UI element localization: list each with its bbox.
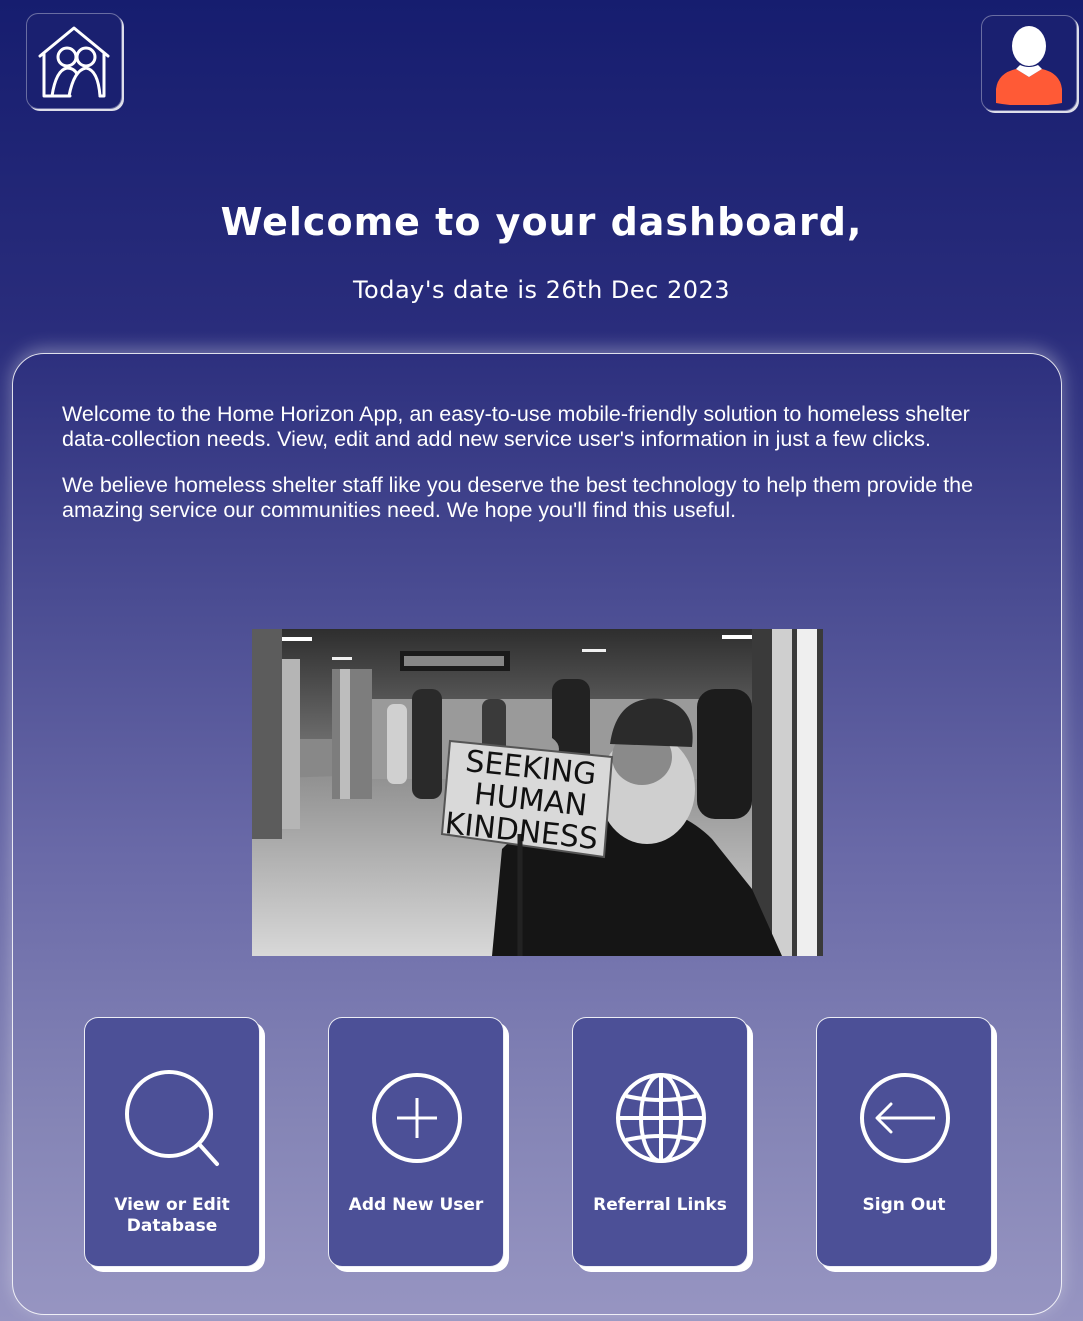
add-new-user-button[interactable]: Add New User	[328, 1017, 504, 1267]
globe-icon	[616, 1073, 706, 1163]
tile-label: Sign Out	[862, 1195, 946, 1215]
arrow-left-circle-icon	[860, 1073, 950, 1163]
sign-out-button[interactable]: Sign Out	[816, 1017, 992, 1267]
intro-paragraph: We believe homeless shelter staff like y…	[62, 473, 974, 522]
tile-label: Add New User	[348, 1195, 484, 1215]
referral-links-button[interactable]: Referral Links	[572, 1017, 748, 1267]
intro-paragraph: Welcome to the Home Horizon App, an easy…	[62, 402, 970, 451]
view-edit-database-button[interactable]: View or Edit Database	[84, 1017, 260, 1267]
date-subtitle: Today's date is 26th Dec 2023	[352, 276, 731, 304]
hero-photo: SEEKING HUMAN KINDNESS	[252, 629, 823, 956]
home-group-icon	[38, 26, 110, 98]
profile-button[interactable]	[981, 15, 1077, 111]
page-title: Welcome to your dashboard,	[220, 200, 863, 244]
home-logo-button[interactable]	[26, 13, 122, 109]
intro-text: Welcome to the Home Horizon App, an easy…	[62, 402, 1012, 544]
user-avatar-icon	[996, 26, 1062, 105]
dashboard-card: Welcome to the Home Horizon App, an easy…	[12, 353, 1062, 1315]
plus-circle-icon	[372, 1073, 462, 1163]
tile-label: Referral Links	[593, 1195, 727, 1215]
tile-label: View or Edit Database	[114, 1195, 230, 1236]
search-icon	[125, 1070, 219, 1166]
